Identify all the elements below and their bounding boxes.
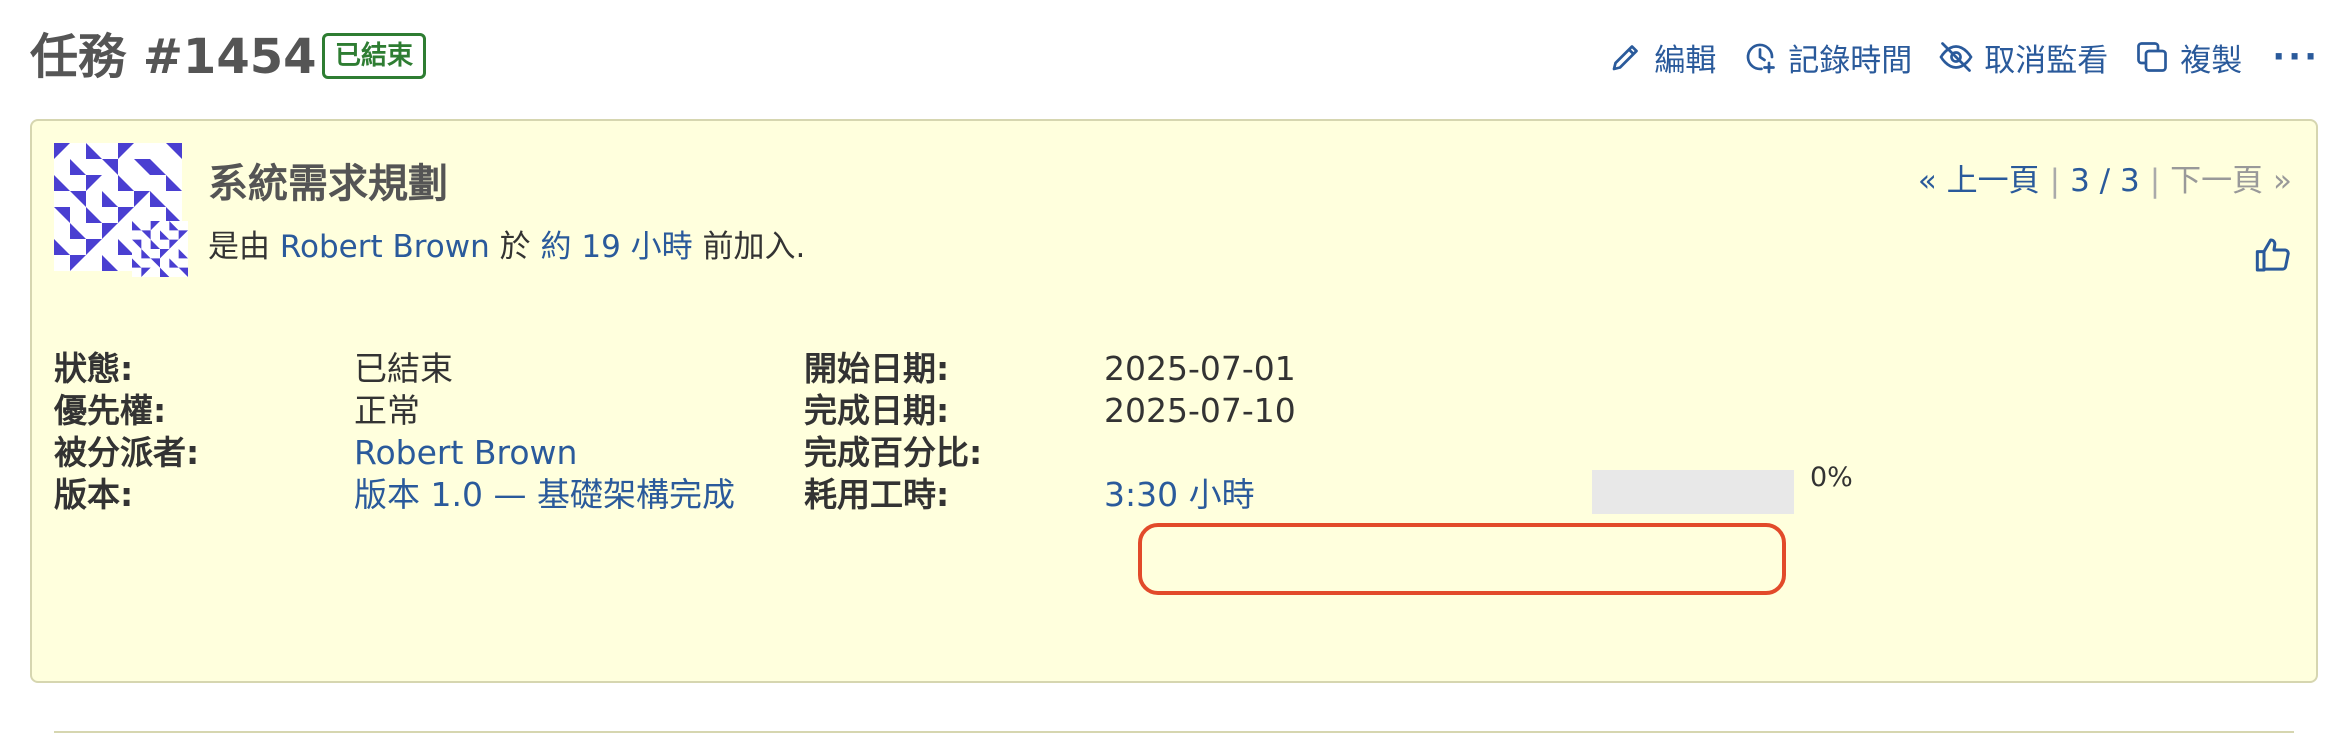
pager-position-link[interactable]: 3 / 3	[2070, 163, 2140, 199]
pager-separator: |	[2149, 163, 2161, 199]
more-actions-button[interactable]: ···	[2272, 37, 2320, 77]
status-badge: 已結束	[322, 33, 427, 79]
unwatch-label: 取消監看	[1984, 42, 2109, 79]
created-age-link[interactable]: 約 19 小時	[541, 229, 693, 265]
issue-details: 系統需求規劃 是由 Robert Brown 於 約 19 小時 前加入. « …	[30, 119, 2318, 733]
spent-time-label: 耗用工時:	[804, 475, 950, 514]
copy-icon	[2137, 42, 2168, 72]
assignee-avatar	[132, 221, 188, 277]
clock-plus-icon	[1746, 43, 1776, 74]
author-suffix: 前加入.	[702, 229, 806, 265]
spent-time-highlight	[1138, 523, 1786, 595]
author-line: 是由 Robert Brown 於 約 19 小時 前加入.	[208, 221, 805, 266]
unwatch-button[interactable]: 取消監看	[1938, 35, 2108, 80]
progress-bar	[1592, 470, 1794, 514]
thumbs-up-icon[interactable]	[2254, 235, 2294, 275]
author-mid: 於	[499, 229, 531, 265]
edit-button[interactable]: 編輯	[1608, 35, 1716, 80]
next-page-label: 下一頁 »	[2170, 163, 2292, 199]
issue-header: 任務 #1454 已結束 編輯 記錄時間 取消監看 複製 ···	[30, 24, 2320, 90]
pencil-icon	[1612, 45, 1639, 71]
copy-button[interactable]: 複製	[2134, 35, 2242, 80]
issue-pager: « 上一頁 | 3 / 3 | 下一頁 »	[1918, 155, 2292, 200]
log-time-label: 記錄時間	[1788, 42, 1913, 79]
issue-subject: 系統需求規劃	[208, 161, 448, 207]
spent-time-link[interactable]: 3:30 小時	[1104, 465, 1255, 525]
previous-page-link[interactable]: « 上一頁	[1918, 163, 2040, 199]
eye-off-icon	[1939, 42, 1973, 72]
contextual-actions: 編輯 記錄時間 取消監看 複製 ···	[1608, 24, 2320, 90]
author-link[interactable]: Robert Brown	[280, 229, 490, 265]
copy-label: 複製	[2180, 42, 2243, 79]
author-prefix: 是由	[208, 229, 270, 265]
pager-separator: |	[2049, 163, 2061, 199]
due-date-value: 2025-07-10	[1104, 391, 1296, 430]
edit-label: 編輯	[1654, 42, 1717, 79]
version-link[interactable]: 版本 1.0 — 基礎架構完成	[354, 465, 735, 525]
log-time-button[interactable]: 記錄時間	[1742, 35, 1912, 80]
page-title: 任務 #1454	[30, 29, 317, 85]
done-ratio-value: 0%	[1810, 462, 1853, 493]
version-label: 版本:	[54, 475, 134, 514]
